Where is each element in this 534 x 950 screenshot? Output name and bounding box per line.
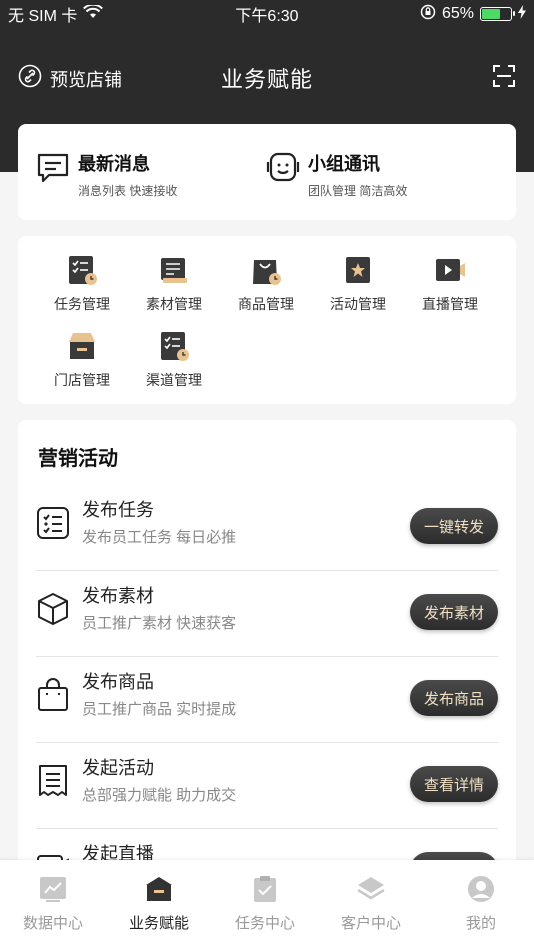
tab-business[interactable]: 业务赋能 (106, 874, 212, 933)
grid-item-product[interactable]: 商品管理 (220, 254, 312, 314)
messages-card: 最新消息 消息列表 快速接收 小组通讯 团队管理 简洁高效 (18, 124, 516, 220)
scan-icon (492, 65, 516, 92)
page-title: 业务赋能 (220, 67, 313, 92)
grid-item-material[interactable]: 素材管理 (128, 254, 220, 314)
grid-label: 商品管理 (238, 296, 294, 312)
group-chat-icon (266, 150, 300, 189)
forward-button[interactable]: 一键转发 (410, 508, 498, 544)
row-title: 发布素材 (82, 586, 154, 606)
latest-messages-entry[interactable]: 最新消息 消息列表 快速接收 (36, 150, 177, 199)
box-icon (36, 592, 70, 626)
row-title: 发布任务 (82, 500, 154, 520)
row-subtitle: 总部强力赋能 助力成交 (82, 787, 237, 804)
grid-label: 门店管理 (54, 372, 110, 388)
store-icon (66, 330, 98, 362)
data-center-icon (38, 874, 68, 904)
tab-label: 任务中心 (234, 915, 295, 932)
checklist-icon (36, 506, 70, 540)
marketing-row: 发布商品 员工推广商品 实时提成 发布商品 (36, 656, 498, 743)
task-icon (66, 254, 98, 286)
status-time: 下午6:30 (235, 8, 299, 25)
channel-icon (158, 330, 190, 362)
receipt-icon (36, 764, 70, 798)
tab-label: 客户中心 (340, 915, 401, 932)
tab-profile[interactable]: 我的 (428, 874, 534, 933)
tab-task-center[interactable]: 任务中心 (212, 874, 318, 933)
bag-icon (36, 678, 70, 712)
material-icon (158, 254, 190, 286)
view-details-button[interactable]: 查看详情 (410, 766, 498, 802)
task-center-icon (250, 874, 280, 904)
tab-label: 数据中心 (22, 915, 83, 932)
row-title: 发布商品 (82, 672, 154, 692)
management-grid: 任务管理 素材管理 商品管理 活动管理 直播管理 门店管理 渠道管理 (18, 236, 516, 404)
live-icon (434, 254, 466, 286)
latest-messages-sub: 消息列表 快速接收 (78, 184, 178, 198)
customer-center-icon (356, 874, 386, 904)
marketing-row: 发布任务 发布员工任务 每日必推 一键转发 (36, 484, 498, 571)
tab-data-center[interactable]: 数据中心 (0, 874, 106, 933)
group-chat-title: 小组通讯 (308, 154, 380, 174)
activity-icon (342, 254, 374, 286)
scan-button[interactable] (492, 64, 516, 93)
publish-product-button[interactable]: 发布商品 (410, 680, 498, 716)
grid-label: 任务管理 (54, 296, 110, 312)
profile-icon (466, 874, 496, 904)
marketing-row: 发起活动 总部强力赋能 助力成交 查看详情 (36, 742, 498, 829)
marketing-row: 发布素材 员工推广素材 快速获客 发布素材 (36, 570, 498, 657)
tab-label: 我的 (465, 915, 496, 932)
row-subtitle: 员工推广商品 实时提成 (82, 701, 237, 718)
latest-messages-title: 最新消息 (78, 154, 150, 174)
tab-bar: 数据中心 业务赋能 任务中心 客户中心 我的 (0, 860, 534, 950)
grid-item-live[interactable]: 直播管理 (404, 254, 496, 314)
row-subtitle: 发布员工任务 每日必推 (82, 529, 237, 546)
status-bar: 无 SIM 卡 下午6:30 65% (0, 0, 534, 28)
group-chat-sub: 团队管理 简洁高效 (308, 184, 408, 198)
grid-item-task[interactable]: 任务管理 (36, 254, 128, 314)
marketing-card: 营销活动 发布任务 发布员工任务 每日必推 一键转发 发布素材 员工推广素材 快… (18, 420, 516, 880)
grid-label: 渠道管理 (146, 372, 202, 388)
grid-label: 活动管理 (330, 296, 386, 312)
grid-label: 直播管理 (422, 296, 478, 312)
product-icon (250, 254, 282, 286)
message-icon (36, 150, 70, 189)
publish-material-button[interactable]: 发布素材 (410, 594, 498, 630)
business-icon (144, 874, 174, 904)
tab-label: 业务赋能 (128, 915, 189, 932)
group-chat-entry[interactable]: 小组通讯 团队管理 简洁高效 (266, 150, 407, 199)
grid-item-channel[interactable]: 渠道管理 (128, 330, 220, 390)
row-title: 发起活动 (82, 758, 154, 778)
tab-customer-center[interactable]: 客户中心 (318, 874, 424, 933)
battery-icon (480, 7, 515, 21)
grid-item-store[interactable]: 门店管理 (36, 330, 128, 390)
grid-label: 素材管理 (146, 296, 202, 312)
nav-bar: 预览店铺 业务赋能 (0, 52, 534, 100)
row-subtitle: 员工推广素材 快速获客 (82, 615, 237, 632)
grid-item-activity[interactable]: 活动管理 (312, 254, 404, 314)
marketing-title: 营销活动 (38, 448, 118, 470)
